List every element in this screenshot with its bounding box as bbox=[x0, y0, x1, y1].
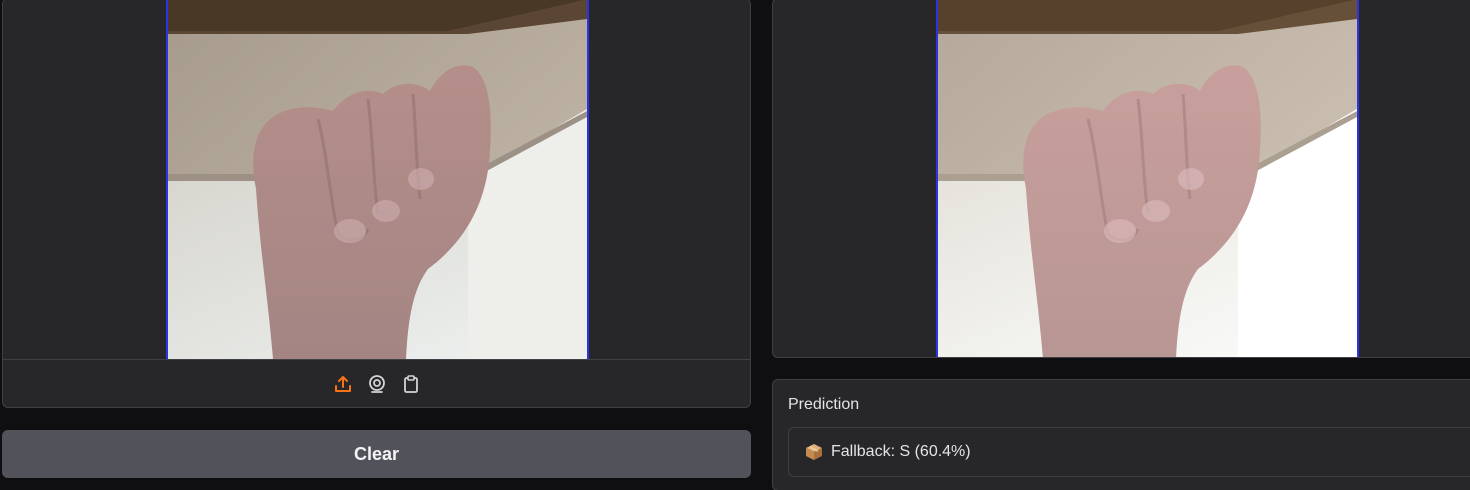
prediction-text: Fallback: S (60.4%) bbox=[831, 443, 971, 460]
upload-icon[interactable] bbox=[333, 374, 353, 394]
input-image-panel bbox=[2, 0, 751, 408]
prediction-textbox[interactable]: Fallback: S (60.4%) bbox=[788, 427, 1470, 477]
package-icon bbox=[805, 443, 823, 461]
prediction-panel: Prediction Fallback: S (60.4%) bbox=[772, 379, 1470, 490]
output-image-panel bbox=[772, 0, 1470, 358]
app-page: Clear Prediction Fallback: S (60.4%) bbox=[0, 0, 1470, 490]
input-image-area[interactable] bbox=[3, 0, 750, 360]
clipboard-icon[interactable] bbox=[401, 374, 421, 394]
webcam-icon[interactable] bbox=[367, 374, 387, 394]
output-image bbox=[936, 0, 1359, 357]
image-source-toolbar bbox=[3, 360, 750, 407]
input-image bbox=[166, 0, 589, 359]
prediction-label: Prediction bbox=[788, 396, 860, 413]
clear-button[interactable]: Clear bbox=[2, 430, 751, 478]
